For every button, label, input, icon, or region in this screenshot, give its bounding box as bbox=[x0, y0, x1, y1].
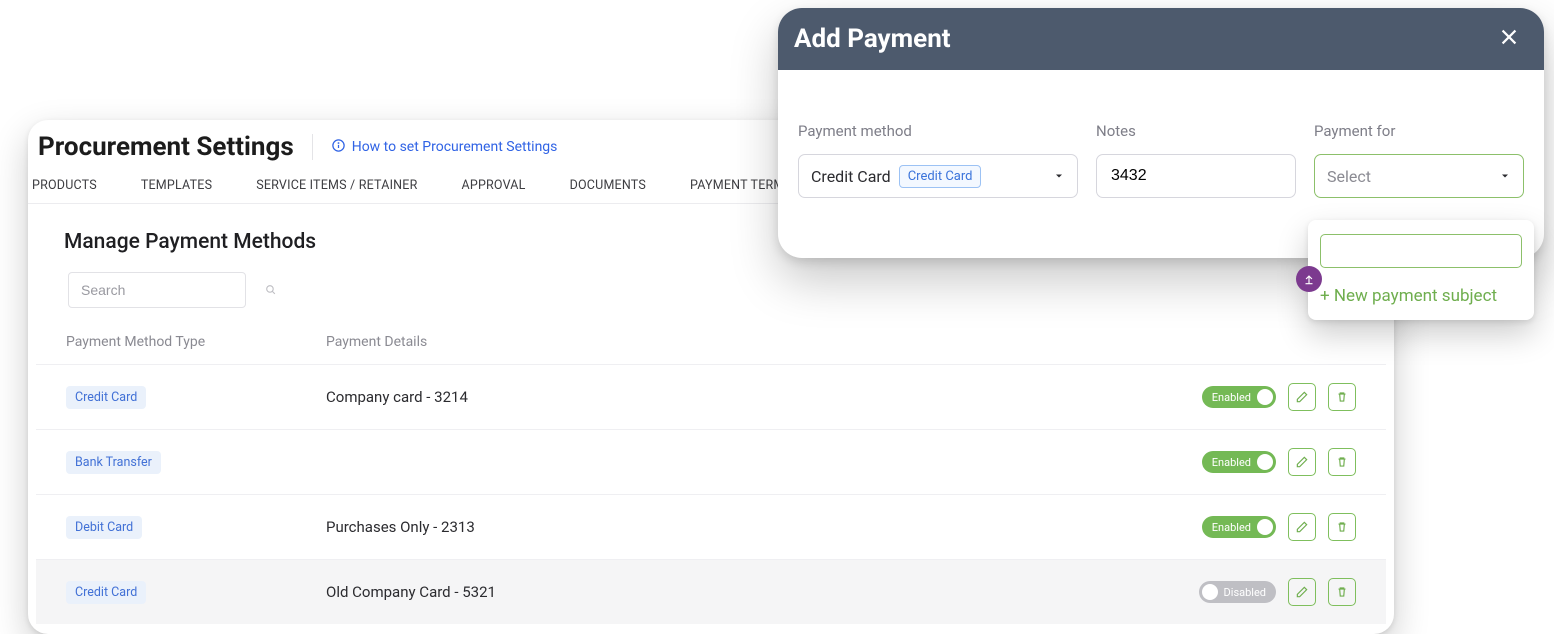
type-chip: Credit Card bbox=[66, 581, 146, 604]
modal-title: Add Payment bbox=[794, 24, 951, 54]
enable-toggle[interactable]: Enabled bbox=[1202, 451, 1276, 473]
delete-button[interactable] bbox=[1328, 448, 1356, 476]
page-title: Procurement Settings bbox=[36, 132, 294, 162]
toggle-label: Enabled bbox=[1212, 456, 1251, 469]
close-icon bbox=[1498, 33, 1520, 52]
field-payment-for: Payment for Select bbox=[1314, 122, 1524, 198]
row-actions: Enabled bbox=[1126, 448, 1356, 476]
search-icon bbox=[264, 281, 277, 300]
notes-input[interactable] bbox=[1109, 166, 1320, 186]
modal-header: Add Payment bbox=[778, 8, 1544, 70]
type-chip: Credit Card bbox=[66, 386, 146, 409]
tab-documents[interactable]: DOCUMENTS bbox=[570, 178, 646, 193]
help-link-label: How to set Procurement Settings bbox=[352, 139, 558, 155]
toggle-label: Disabled bbox=[1224, 586, 1266, 599]
table-row: Bank Transfer Enabled bbox=[36, 429, 1386, 494]
tab-payment-terms[interactable]: PAYMENT TERMS bbox=[690, 178, 792, 193]
payment-methods-table: Payment Method Type Payment Details Cred… bbox=[28, 334, 1394, 634]
label-payment-method: Payment method bbox=[798, 122, 1078, 140]
delete-button[interactable] bbox=[1328, 513, 1356, 541]
table-row: Credit Card Company card - 3214 Enabled bbox=[36, 364, 1386, 429]
payment-method-value: Credit Card bbox=[811, 167, 891, 186]
field-payment-method: Payment method Credit Card Credit Card bbox=[798, 122, 1078, 198]
notes-input-wrap bbox=[1096, 154, 1296, 198]
toggle-knob bbox=[1202, 584, 1218, 600]
details-cell: Old Company Card - 5321 bbox=[326, 583, 1126, 601]
enable-toggle[interactable]: Enabled bbox=[1202, 386, 1276, 408]
col-details: Payment Details bbox=[326, 334, 1126, 350]
edit-button[interactable] bbox=[1288, 513, 1316, 541]
toggle-label: Enabled bbox=[1212, 391, 1251, 404]
payment-method-select[interactable]: Credit Card Credit Card bbox=[798, 154, 1078, 198]
dropdown-search-input[interactable] bbox=[1320, 234, 1522, 268]
row-actions: Enabled bbox=[1126, 513, 1356, 541]
delete-button[interactable] bbox=[1328, 383, 1356, 411]
col-type: Payment Method Type bbox=[66, 334, 326, 350]
modal-body: Payment method Credit Card Credit Card N… bbox=[778, 70, 1544, 258]
tab-templates[interactable]: TEMPLATES bbox=[141, 178, 212, 193]
toggle-label: Enabled bbox=[1212, 521, 1251, 534]
chevron-down-icon bbox=[1499, 167, 1511, 186]
chevron-down-icon bbox=[1053, 167, 1065, 186]
search-box[interactable] bbox=[68, 272, 246, 308]
tab-products[interactable]: PRODUCTS bbox=[32, 178, 97, 193]
table-row: Debit Card Purchases Only - 2313 Enabled bbox=[36, 494, 1386, 559]
row-actions: Enabled bbox=[1126, 383, 1356, 411]
toggle-knob bbox=[1257, 519, 1273, 535]
form-row: Payment method Credit Card Credit Card N… bbox=[798, 122, 1524, 198]
type-chip: Bank Transfer bbox=[66, 451, 161, 474]
edit-button[interactable] bbox=[1288, 448, 1316, 476]
close-button[interactable] bbox=[1498, 26, 1520, 52]
tab-approval[interactable]: APPROVAL bbox=[462, 178, 526, 193]
payment-method-chip: Credit Card bbox=[899, 165, 982, 188]
details-cell: Purchases Only - 2313 bbox=[326, 518, 1126, 536]
enable-toggle[interactable]: Disabled bbox=[1199, 581, 1276, 603]
field-notes: Notes bbox=[1096, 122, 1296, 198]
payment-for-placeholder: Select bbox=[1327, 167, 1371, 186]
type-chip: Debit Card bbox=[66, 516, 142, 539]
search-input[interactable] bbox=[79, 281, 264, 299]
divider bbox=[312, 134, 313, 160]
help-link[interactable]: How to set Procurement Settings bbox=[331, 138, 558, 157]
payment-for-dropdown: + New payment subject bbox=[1308, 220, 1534, 320]
table-header: Payment Method Type Payment Details bbox=[36, 334, 1386, 364]
table-row: Credit Card Old Company Card - 5321 Disa… bbox=[36, 559, 1386, 624]
new-payment-subject-option[interactable]: + New payment subject bbox=[1320, 286, 1522, 306]
delete-button[interactable] bbox=[1328, 578, 1356, 606]
info-icon bbox=[331, 138, 346, 157]
upload-badge-icon bbox=[1296, 266, 1322, 292]
edit-button[interactable] bbox=[1288, 578, 1316, 606]
add-payment-modal: Add Payment Payment method Credit Card C… bbox=[778, 8, 1544, 258]
enable-toggle[interactable]: Enabled bbox=[1202, 516, 1276, 538]
details-cell: Company card - 3214 bbox=[326, 388, 1126, 406]
edit-button[interactable] bbox=[1288, 383, 1316, 411]
label-payment-for: Payment for bbox=[1314, 122, 1524, 140]
toggle-knob bbox=[1257, 454, 1273, 470]
row-actions: Disabled bbox=[1126, 578, 1356, 606]
payment-for-select[interactable]: Select bbox=[1314, 154, 1524, 198]
tab-service-items[interactable]: SERVICE ITEMS / RETAINER bbox=[256, 178, 417, 193]
toggle-knob bbox=[1257, 389, 1273, 405]
label-notes: Notes bbox=[1096, 122, 1296, 140]
